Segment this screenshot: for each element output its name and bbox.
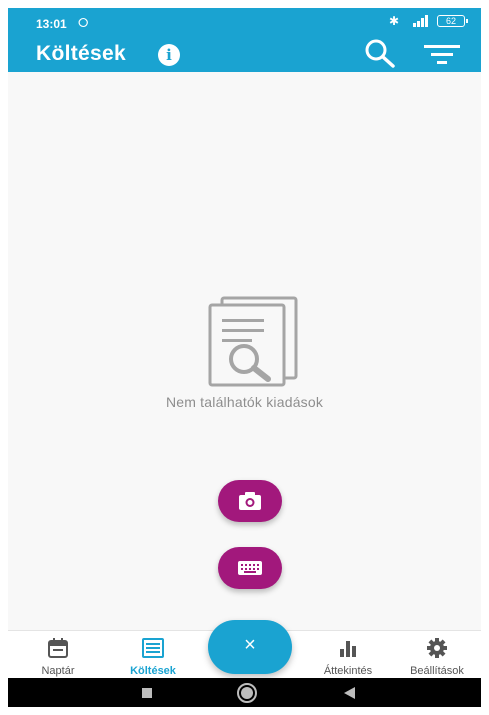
recents-button[interactable] [138,678,158,707]
app-bar: 13:01 ⭘ ✱ 62 Költések i [8,8,481,72]
search-icon[interactable] [364,38,396,68]
signal-icon [413,15,428,27]
bluetooth-icon: ✱ [388,14,399,28]
nav-label-koltesek: Költések [130,665,176,677]
empty-documents-icon [208,296,298,387]
system-navigation-bar [8,678,481,707]
home-button[interactable] [234,678,260,707]
battery-icon: 62 [437,15,468,27]
nav-item-koltesek[interactable]: Költések [108,631,198,679]
close-fab-button[interactable]: × [208,620,292,674]
camera-icon [239,492,261,510]
nav-label-beallitasok: Beállítások [410,665,464,677]
filter-icon[interactable] [424,42,460,66]
page-title: Költések [36,42,126,65]
nav-item-naptar[interactable]: Naptár [26,631,90,679]
keyboard-icon [238,561,262,575]
sync-icon: ⭘ [78,15,89,30]
empty-state-message: Nem találhatók kiadások [165,394,324,410]
status-indicators: ✱ 62 [388,14,468,28]
list-icon [142,638,164,658]
back-button[interactable] [340,678,360,707]
nav-item-beallitasok[interactable]: Beállítások [393,631,481,679]
bar-chart-icon [340,641,356,657]
nav-item-attekintes[interactable]: Áttekintés [303,631,393,679]
camera-button[interactable] [218,480,282,522]
nav-label-attekintes: Áttekintés [323,665,373,677]
manual-entry-button[interactable] [218,547,282,589]
calendar-icon [48,638,68,658]
info-icon[interactable]: i [158,44,180,66]
gear-icon [427,638,447,658]
app-screen: 13:01 ⭘ ✱ 62 Költések i Nem találhatók k… [8,8,481,707]
nav-label-naptar: Naptár [41,665,75,677]
close-icon: × [244,634,256,656]
status-time: 13:01 [36,17,67,31]
